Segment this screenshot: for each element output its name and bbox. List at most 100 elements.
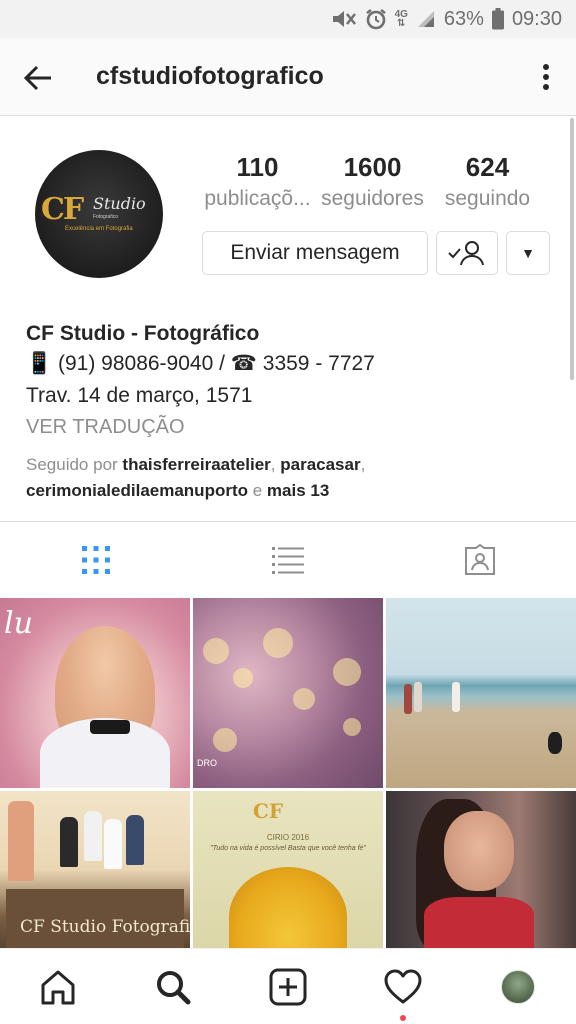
nav-home[interactable] [0, 949, 115, 1024]
followed-separator: e [248, 481, 267, 500]
followed-user-link[interactable]: paracasar [280, 455, 360, 474]
stat-followers[interactable]: 1600 seguidores [315, 150, 430, 214]
photo-detail [424, 897, 534, 948]
photo-subject [444, 811, 514, 891]
post-overlay-text: CIRIO 2016 [266, 833, 310, 842]
photo-detail [414, 682, 422, 712]
kebab-menu-icon [543, 64, 549, 90]
battery-icon [491, 8, 504, 30]
tab-grid[interactable] [0, 522, 192, 598]
photo-detail [233, 668, 253, 688]
battery-percent: 63% [443, 7, 484, 30]
stat-followers-label: seguidores [321, 187, 424, 210]
photo-detail [126, 815, 144, 865]
photo-detail [8, 801, 34, 881]
post-overlay-text: CF Studio Fotografico [20, 917, 190, 937]
heart-icon [384, 969, 422, 1003]
photo-detail [548, 732, 562, 754]
posts-grid: lu DRO CF Studio Fotografico CF CIRIO 20… [0, 598, 576, 948]
photo-detail [263, 628, 293, 658]
photo-detail [90, 720, 130, 734]
post-overlay-text: lu [4, 606, 33, 641]
profile-tabs [0, 522, 576, 598]
person-check-icon [448, 241, 484, 266]
notification-dot [400, 1014, 407, 1021]
photo-detail [343, 718, 361, 736]
profile-avatar-icon [501, 969, 536, 1004]
app-bar: cfstudiofotografico [0, 38, 576, 116]
home-icon [41, 970, 75, 1004]
send-message-button[interactable]: Enviar mensagem [202, 231, 428, 275]
followed-user-link[interactable]: cerimonialedilaemanuporto [26, 481, 248, 500]
arrow-left-icon [23, 65, 51, 91]
photo-detail [84, 811, 102, 861]
profile-avatar[interactable]: CF Studio Fotografico Excelência em Foto… [35, 150, 163, 278]
stat-following-value: 624 [465, 152, 510, 182]
suggestions-dropdown-button[interactable]: ▼ [506, 231, 550, 275]
see-translation-link[interactable]: VER TRADUÇÃO [26, 412, 556, 442]
avatar-logo-tagline: Excelência em Fotografia [65, 226, 133, 232]
alarm-icon [365, 8, 387, 30]
post-thumbnail[interactable]: lu [0, 598, 190, 788]
stat-posts[interactable]: 110 publicaçõ... [200, 150, 315, 214]
followed-more-link[interactable]: mais 13 [267, 481, 329, 500]
photo-detail [104, 819, 122, 869]
followed-separator: , [270, 455, 281, 474]
post-overlay-text: DRO [197, 758, 217, 768]
bio-name: CF Studio - Fotográfico [26, 322, 260, 345]
photo-detail [452, 682, 460, 712]
bio-phone: 📱 (91) 98086-9040 / ☎ 3359 - 7727 [26, 352, 375, 375]
photo-detail [293, 688, 315, 710]
avatar-logo-script: Studio [93, 194, 146, 213]
status-bar: 4G ⇅ 63% 09:30 [0, 0, 576, 38]
mute-icon [331, 8, 357, 30]
nav-activity[interactable] [346, 949, 461, 1024]
stat-posts-label: publicaçõ... [204, 187, 311, 210]
tagged-person-icon [465, 544, 495, 575]
clock-time: 09:30 [511, 7, 562, 30]
post-thumbnail[interactable]: CF Studio Fotografico [0, 791, 190, 948]
tab-tagged[interactable] [384, 522, 576, 598]
scrollbar[interactable] [570, 118, 574, 380]
post-thumbnail[interactable] [386, 791, 576, 948]
page-title: cfstudiofotografico [96, 62, 324, 90]
post-thumbnail[interactable]: DRO [193, 598, 383, 788]
followed-separator: , [360, 455, 366, 474]
post-overlay-text: CF [253, 799, 284, 823]
photo-detail [333, 658, 361, 686]
nav-profile[interactable] [461, 949, 576, 1024]
list-icon [272, 547, 304, 574]
post-thumbnail[interactable] [386, 598, 576, 788]
profile-bio: CF Studio - Fotográfico 📱 (91) 98086-904… [26, 320, 556, 504]
stat-followers-value: 1600 [343, 152, 402, 182]
following-button[interactable] [436, 231, 498, 275]
bio-address: Trav. 14 de março, 1571 [26, 384, 253, 407]
bottom-navigation [0, 948, 576, 1024]
nav-add-post[interactable] [230, 949, 345, 1024]
avatar-logo-mark: CF [41, 192, 84, 227]
search-icon [156, 970, 191, 1004]
followed-by-prefix: Seguido por [26, 455, 123, 474]
more-options-button[interactable] [532, 58, 560, 96]
stat-following[interactable]: 624 seguindo [430, 150, 545, 214]
stat-posts-value: 110 [236, 152, 279, 182]
avatar-logo-sub: Fotografico [93, 214, 119, 220]
profile-stats: 110 publicaçõ... 1600 seguidores 624 seg… [200, 150, 545, 214]
post-thumbnail[interactable]: CF CIRIO 2016 "Tudo na vida é possível B… [193, 791, 383, 948]
photo-detail [404, 684, 412, 714]
back-button[interactable] [20, 60, 56, 96]
nav-search[interactable] [115, 949, 230, 1024]
grid-icon [82, 546, 110, 574]
network-type: 4G ⇅ [394, 9, 408, 29]
photo-detail [213, 728, 237, 752]
tab-list[interactable] [192, 522, 384, 598]
stat-following-label: seguindo [444, 187, 531, 210]
triangle-down-icon: ▼ [521, 245, 535, 261]
photo-detail [60, 817, 78, 867]
add-post-icon [269, 968, 307, 1005]
post-overlay-text: "Tudo na vida é possível Basta que você … [210, 845, 366, 852]
photo-detail [203, 638, 229, 664]
signal-icon [416, 9, 436, 29]
followed-by[interactable]: Seguido por thaisferreiraatelier, paraca… [26, 452, 556, 504]
followed-user-link[interactable]: thaisferreiraatelier [122, 455, 270, 474]
